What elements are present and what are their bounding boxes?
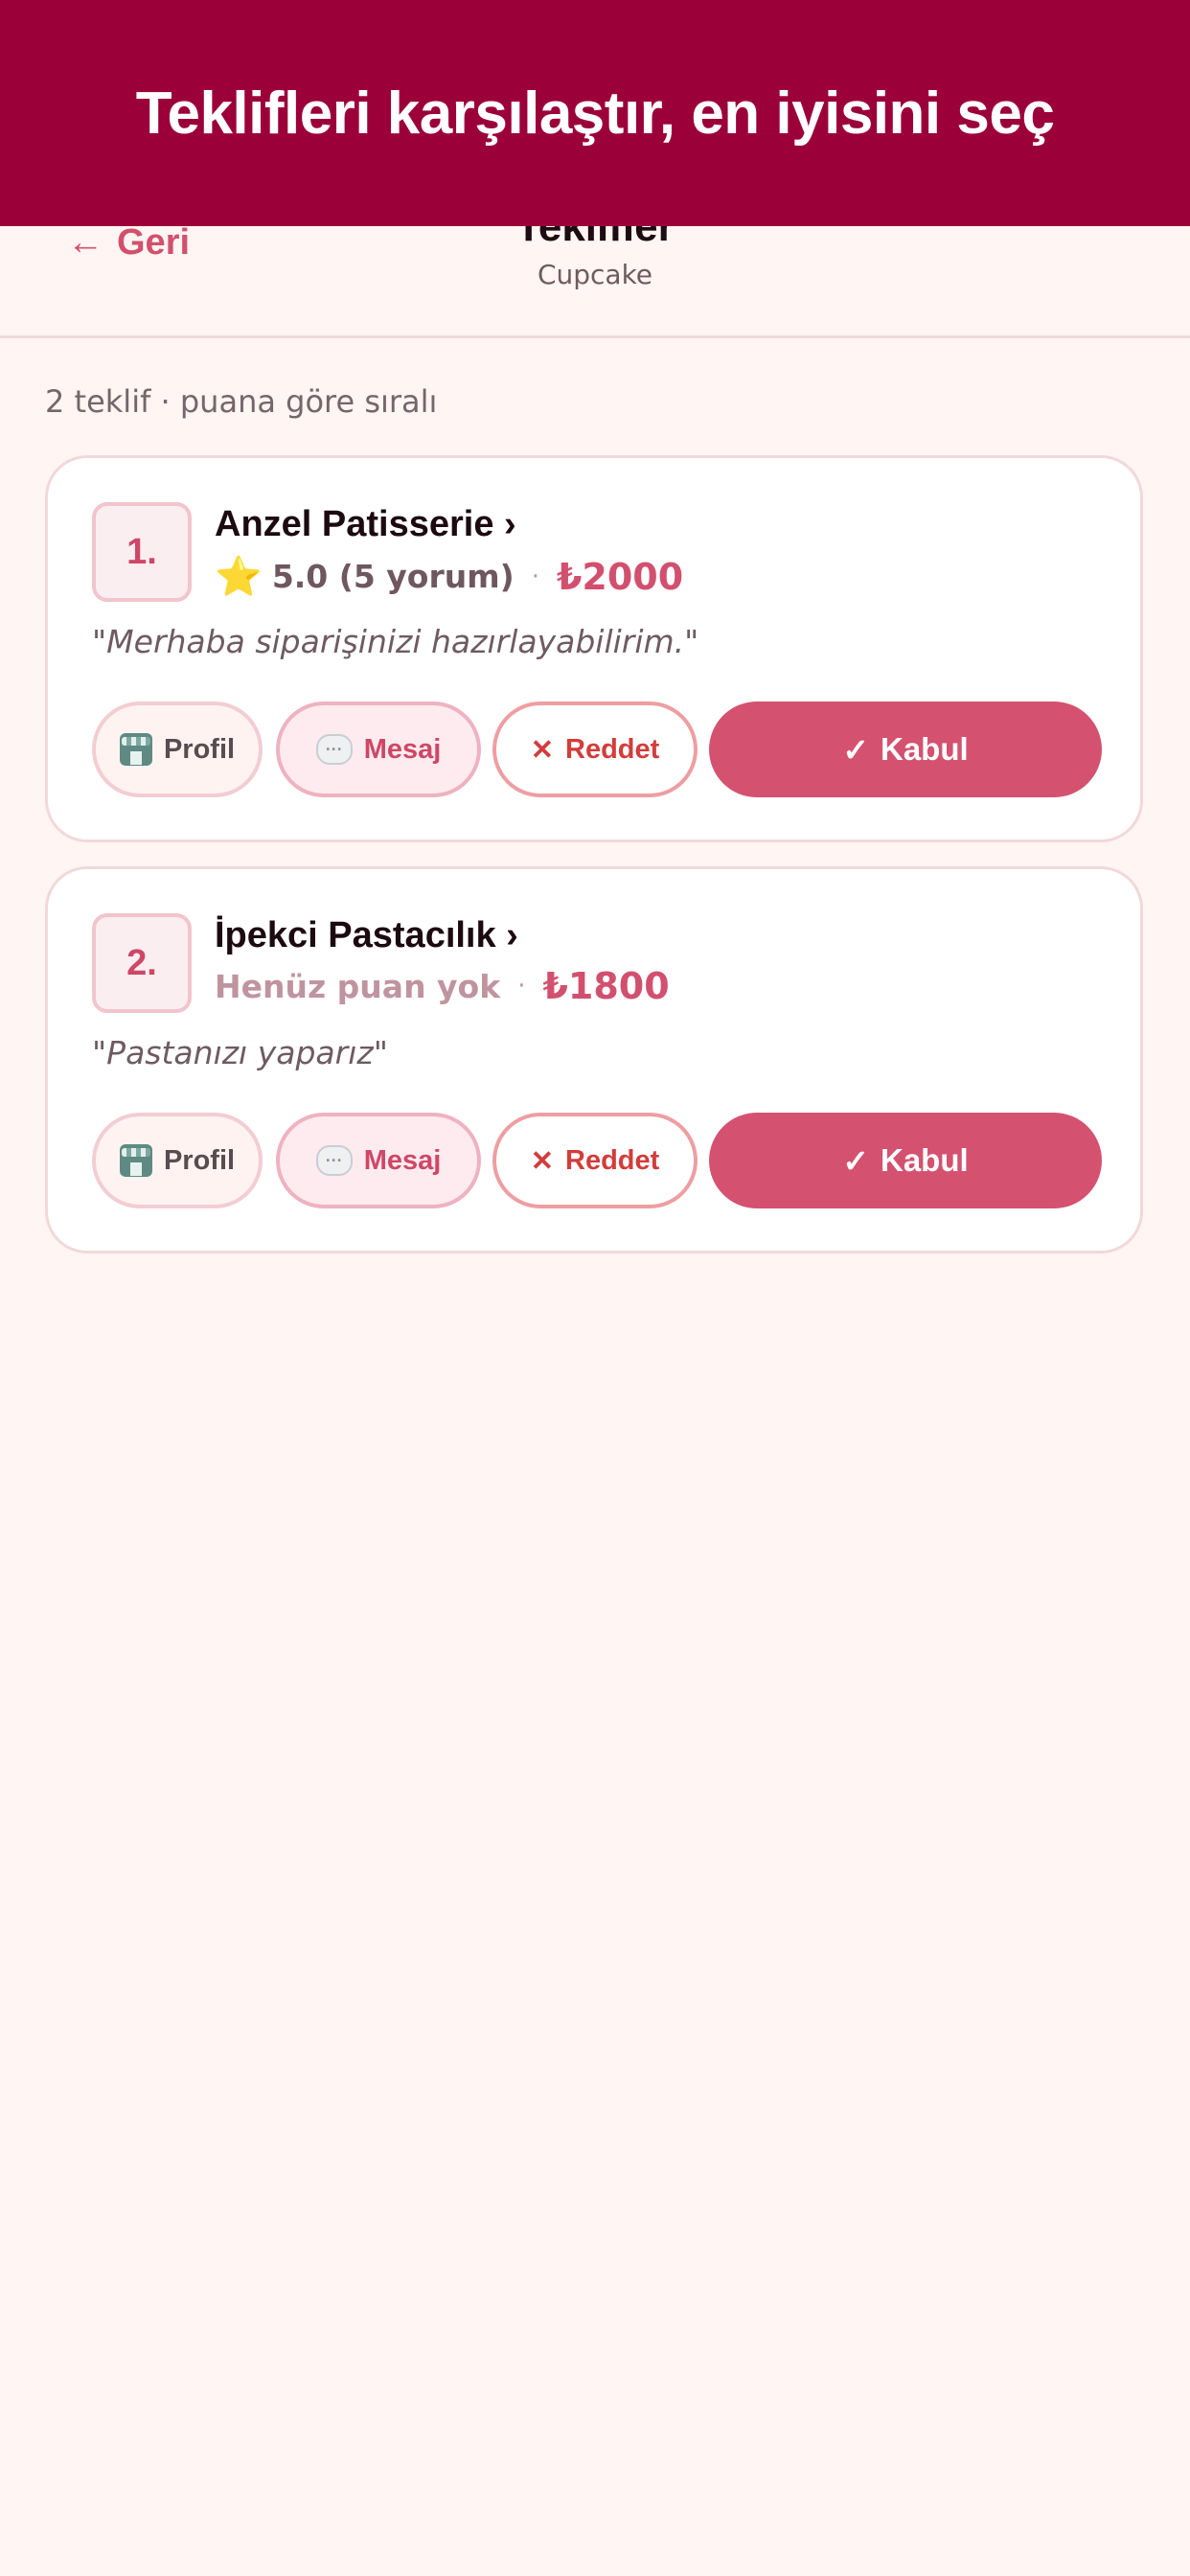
offer-card: 2. İpekci Pastacılık › Henüz puan yok · … <box>45 866 1143 1254</box>
reject-label: Reddet <box>565 1144 660 1176</box>
accept-button[interactable]: ✓ Kabul <box>709 702 1102 797</box>
offers-summary: 2 teklif · puana göre sıralı <box>45 383 438 420</box>
message-button[interactable]: ··· Mesaj <box>276 702 481 797</box>
accept-label: Kabul <box>880 1142 969 1178</box>
reject-button[interactable]: ✕ Reddet <box>492 1113 698 1208</box>
accept-button[interactable]: ✓ Kabul <box>709 1113 1102 1208</box>
accept-label: Kabul <box>880 731 969 767</box>
rank-badge: 2. <box>92 913 192 1013</box>
rank-badge: 1. <box>92 502 192 602</box>
reject-label: Reddet <box>565 733 660 765</box>
profile-button[interactable]: Profil <box>92 702 263 797</box>
profile-label: Profil <box>163 1144 236 1176</box>
rating-text: 5.0 (5 yorum) <box>271 558 515 595</box>
offer-card: 1. Anzel Patisserie › ⭐ 5.0 (5 yorum) · … <box>45 455 1143 842</box>
message-label: Mesaj <box>363 1144 442 1176</box>
offer-message: "Pastanızı yaparız" <box>92 1034 388 1071</box>
page-subtitle: Cupcake <box>537 259 653 290</box>
rating-text: Henüz puan yok <box>215 967 501 1005</box>
banner-text: Teklifleri karşılaştır, en iyisini seç <box>135 80 1055 147</box>
star-icon: ⭐ <box>215 555 263 599</box>
offer-meta: ⭐ 5.0 (5 yorum) · ₺2000 <box>215 554 683 599</box>
offer-message: "Merhaba siparişinizi hazırlayabilirim." <box>92 623 699 660</box>
close-icon: ✕ <box>530 734 554 766</box>
shop-icon <box>119 1144 152 1177</box>
offer-price: ₺1800 <box>542 965 670 1007</box>
offer-meta: Henüz puan yok · ₺1800 <box>215 965 670 1007</box>
separator-dot: · <box>517 972 526 1000</box>
offer-price: ₺2000 <box>556 555 684 598</box>
message-label: Mesaj <box>363 733 442 765</box>
separator-dot: · <box>531 562 539 591</box>
checkmark-icon: ✓ <box>842 1142 869 1179</box>
message-button[interactable]: ··· Mesaj <box>276 1113 481 1208</box>
promo-banner: Teklifleri karşılaştır, en iyisini seç <box>0 0 1190 226</box>
close-icon: ✕ <box>530 1145 554 1177</box>
profile-label: Profil <box>163 733 236 765</box>
checkmark-icon: ✓ <box>842 731 869 768</box>
vendor-name-link[interactable]: Anzel Patisserie › <box>215 504 516 545</box>
speech-bubble-icon: ··· <box>315 1145 353 1176</box>
shop-icon <box>119 733 152 766</box>
speech-bubble-icon: ··· <box>315 734 353 765</box>
profile-button[interactable]: Profil <box>92 1113 263 1208</box>
vendor-name-link[interactable]: İpekci Pastacılık › <box>215 915 518 956</box>
reject-button[interactable]: ✕ Reddet <box>492 702 698 797</box>
